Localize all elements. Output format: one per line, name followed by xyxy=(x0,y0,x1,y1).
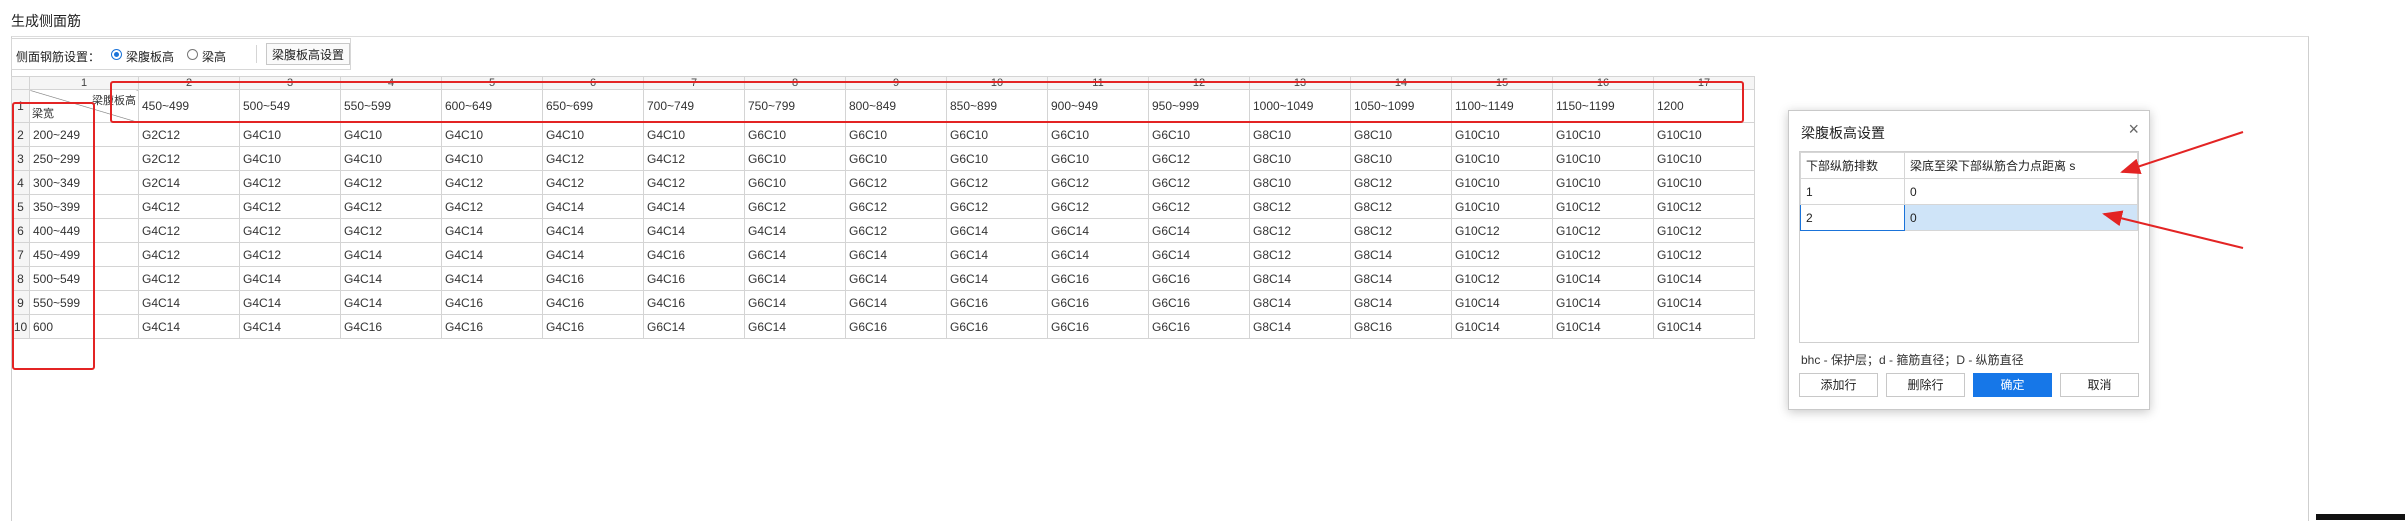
arrow-to-row-1 xyxy=(2120,131,2244,174)
taskbar-edge xyxy=(2316,514,2405,520)
arrow-to-row-2 xyxy=(2102,210,2244,249)
annotation-arrows xyxy=(2102,131,2244,249)
